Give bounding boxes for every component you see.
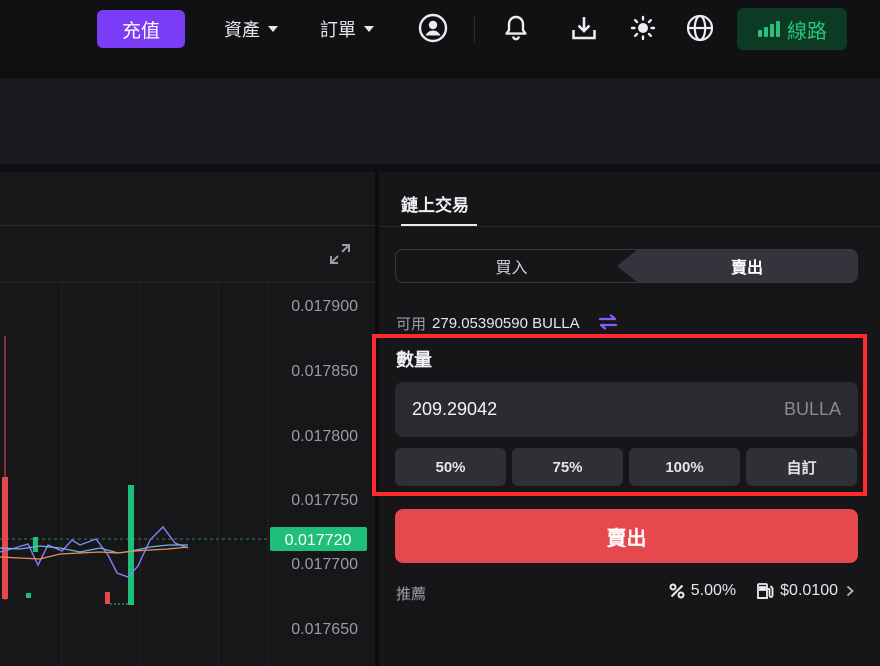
price-axis-tick: 0.017750 [291,492,358,509]
signal-icon [758,21,780,37]
theme-sun-icon[interactable] [627,12,659,44]
slippage-value: 5.00% [690,582,737,599]
price-axis-tick: 0.017700 [291,556,358,573]
candle [128,485,134,605]
price-chart: 0.017900 0.017850 0.017800 0.017750 0.017700… [0,281,375,666]
available-value: 279.05390590 BULLA [432,315,580,332]
gas-pump-icon [757,583,774,599]
gas-fee-value: $0.0100 [780,582,838,599]
quantity-label: 數量 [396,350,432,370]
price-axis-tick: 0.017850 [291,363,358,380]
buy-sell-toggle: 買入 賣出 [395,249,858,283]
current-price-label: 0.017720 [285,532,352,549]
pct-75-button[interactable]: 75% [512,448,623,486]
candle [2,477,8,599]
bell-icon[interactable] [500,12,532,44]
candlesticks [2,336,134,605]
route-button[interactable]: 線路 [737,8,847,50]
candle [105,592,110,604]
globe-icon[interactable] [684,12,716,44]
swap-icon[interactable] [598,313,618,334]
price-axis-tick: 0.017900 [291,298,358,315]
fee-settings[interactable]: 5.00% $0.0100 [669,582,856,600]
candle [26,593,31,598]
pct-custom-button[interactable]: 自訂 [746,448,857,486]
percent-icon [669,583,685,599]
user-icon[interactable] [417,12,449,44]
recommend-label: 推薦 [396,586,427,603]
sell-button[interactable]: 賣出 [395,509,858,563]
quantity-input[interactable]: 209.29042 BULLA [395,382,858,437]
tab-onchain-trade[interactable]: 鏈上交易 [401,191,469,216]
available-balance: 可用 279.05390590 BULLA [396,313,618,334]
tab-sell[interactable]: 賣出 [617,250,857,282]
trade-header-divider [379,226,880,227]
route-label: 線路 [787,20,827,43]
pct-50-button[interactable]: 50% [395,448,506,486]
price-axis-tick: 0.017800 [291,428,358,445]
pct-100-button[interactable]: 100% [629,448,740,486]
header-divider [474,16,475,42]
price-axis-tick: 0.017650 [291,621,358,638]
available-label: 可用 [396,316,427,333]
quantity-unit: BULLA [783,399,841,419]
tab-buy[interactable]: 買入 [396,250,627,282]
candle [33,537,38,552]
download-icon[interactable] [568,12,600,44]
quantity-value: 209.29042 [412,399,498,419]
chevron-right-icon [846,585,854,597]
active-tab-indicator [401,224,477,226]
